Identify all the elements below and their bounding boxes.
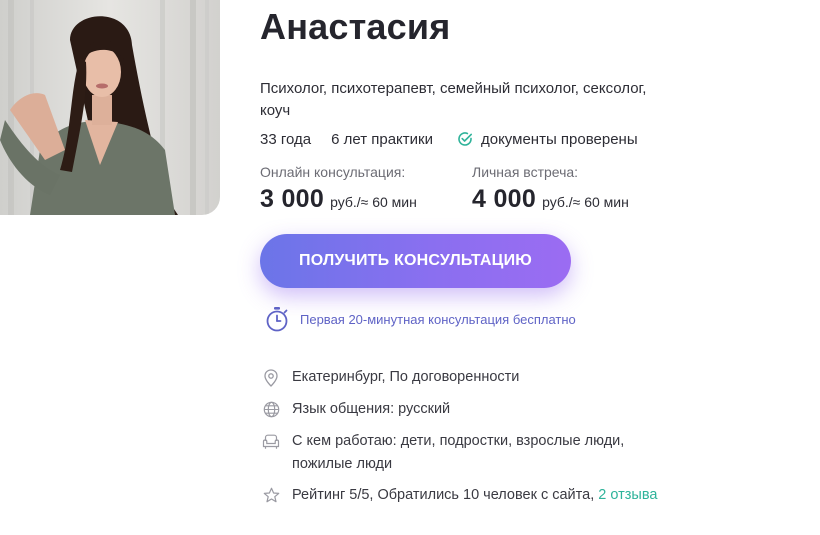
specialist-name: Анастасия: [260, 6, 451, 47]
language-text: Язык общения: русский: [292, 401, 451, 417]
age-text: 33 года: [260, 130, 312, 148]
rating-line: Рейтинг 5/5, Обратились 10 человек с сай…: [292, 484, 657, 507]
map-pin-icon: [262, 366, 280, 389]
online-price-label: Онлайн консультация:: [260, 164, 406, 180]
specialties-text: Психолог, психотерапевт, семейный психол…: [260, 80, 647, 119]
rating-text: Рейтинг 5/5, Обратились 10 человек с сай…: [292, 487, 595, 503]
personal-price-unit: руб./≈ 60 мин: [542, 194, 629, 210]
profile-photo[interactable]: [0, 0, 220, 215]
personal-price-block: Личная встреча: 4 000 руб./≈ 60 мин: [472, 163, 629, 214]
audience-item: С кем работаю: дети, подростки, взрослые…: [262, 430, 722, 476]
free-consultation-note: Первая 20-минутная консультация бесплатн…: [264, 306, 576, 332]
star-icon: [262, 484, 280, 507]
online-price-unit: руб./≈ 60 мин: [330, 194, 417, 210]
rating-item: Рейтинг 5/5, Обратились 10 человек с сай…: [262, 484, 722, 507]
info-list: Екатеринбург, По договоренности Язык общ…: [262, 366, 722, 516]
portrait-image: [0, 0, 220, 215]
verified-badge: документы проверены: [457, 131, 638, 148]
stopwatch-icon: [266, 307, 288, 332]
reviews-link[interactable]: 2 отзыва: [598, 487, 657, 503]
language-item: Язык общения: русский: [262, 398, 722, 421]
location-item: Екатеринбург, По договоренности: [262, 366, 722, 389]
armchair-icon: [262, 430, 280, 453]
verified-text: документы проверены: [480, 130, 638, 148]
location-text: Екатеринбург, По договоренности: [292, 369, 520, 385]
audience-text: С кем работаю: дети, подростки, взрослые…: [292, 433, 625, 472]
online-price-block: Онлайн консультация: 3 000 руб./≈ 60 мин: [260, 163, 417, 214]
specialist-card: Анастасия Психолог, психотерапевт, семей…: [0, 0, 820, 535]
get-consultation-button[interactable]: ПОЛУЧИТЬ КОНСУЛЬТАЦИЮ: [260, 234, 571, 288]
online-price-value: 3 000: [260, 185, 325, 213]
check-circle-icon: [458, 132, 472, 146]
globe-icon: [262, 398, 280, 421]
facts-row: 33 года 6 лет практики документы провере…: [260, 129, 638, 149]
practice-years-text: 6 лет практики: [331, 130, 433, 148]
free-consultation-text: Первая 20-минутная консультация бесплатн…: [300, 311, 576, 327]
personal-price-value: 4 000: [472, 185, 537, 213]
personal-price-label: Личная встреча:: [472, 164, 579, 180]
